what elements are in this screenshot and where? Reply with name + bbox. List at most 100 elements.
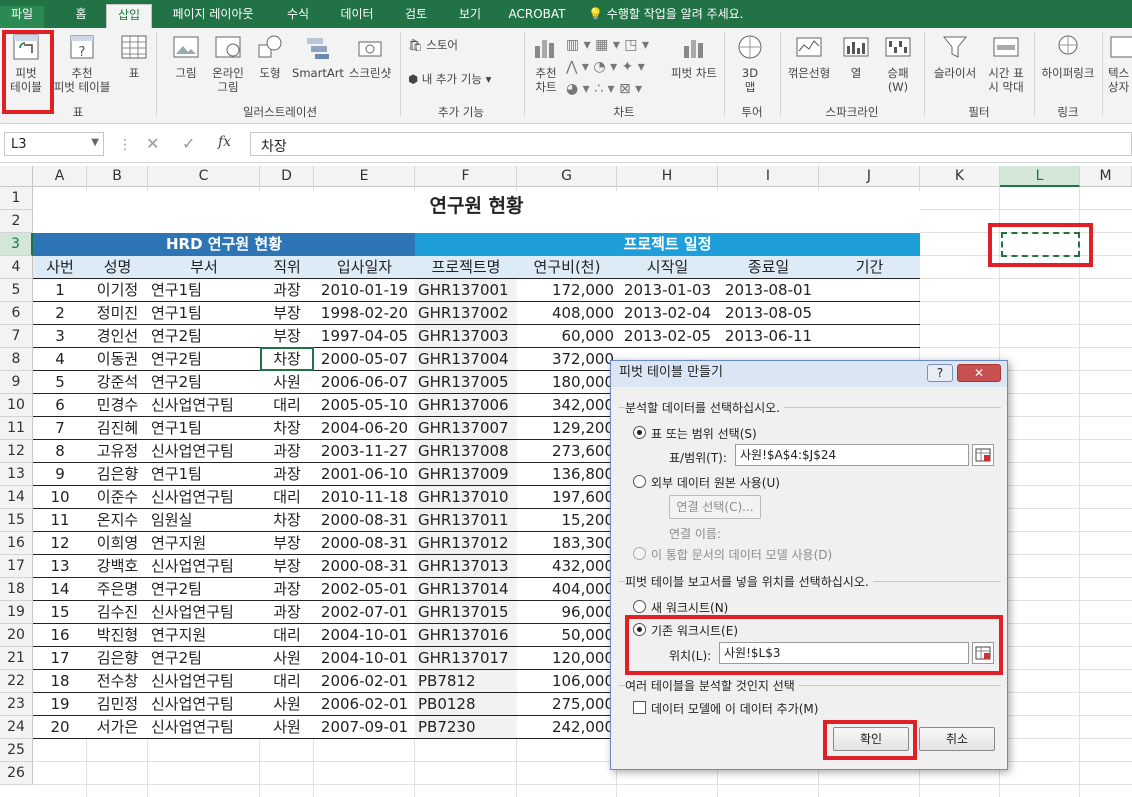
table-cell[interactable]: 신사업연구팀 (148, 601, 260, 624)
table-cell[interactable]: 10 (33, 486, 87, 509)
row-header[interactable]: 15 (0, 509, 33, 532)
row-header[interactable]: 6 (0, 302, 33, 325)
screenshot-button[interactable]: 스크린샷 (344, 32, 396, 80)
table-cell[interactable]: 이희영 (87, 532, 148, 555)
table-cell[interactable]: 3 (33, 325, 87, 348)
row-header[interactable]: 14 (0, 486, 33, 509)
tab-data[interactable]: 데이터 (332, 6, 382, 28)
table-button[interactable]: 표 (116, 32, 152, 80)
table-cell[interactable]: 2003-11-27 (314, 440, 415, 463)
row-header[interactable]: 24 (0, 716, 33, 739)
table-cell[interactable]: 14 (33, 578, 87, 601)
table-cell[interactable]: 404,000 (517, 578, 617, 601)
table-cell[interactable]: 1 (33, 279, 87, 302)
table-cell[interactable]: 13 (33, 555, 87, 578)
row-header[interactable]: 20 (0, 624, 33, 647)
chart-types-gallery[interactable]: ▥ ▾ ▦ ▾ ◳ ▾ ⋀ ▾ ◔ ▾ ✦ ▾ ◕ ▾ ∴ ▾ ⊠ ▾ (566, 34, 666, 97)
table-cell[interactable]: 사원 (260, 371, 314, 394)
row-header[interactable]: 4 (0, 256, 33, 279)
table-cell[interactable]: 2013-02-04 (617, 302, 718, 325)
table-cell[interactable]: 연구2팀 (148, 578, 260, 601)
column-header[interactable]: G (517, 166, 617, 187)
recommended-pivot-button[interactable]: ? 추천 피벗 테이블 (52, 32, 112, 94)
table-cell[interactable]: GHR137002 (415, 302, 517, 325)
table-cell[interactable]: 4 (33, 348, 87, 371)
table-cell[interactable]: 이동권 (87, 348, 148, 371)
table-cell[interactable]: 120,000 (517, 647, 617, 670)
table-cell[interactable]: GHR137014 (415, 578, 517, 601)
table-cell[interactable]: 경인선 (87, 325, 148, 348)
insert-function-icon[interactable]: fx (218, 134, 231, 150)
group-header-project[interactable]: 프로젝트 일정 (415, 233, 920, 256)
table-cell[interactable]: 이준수 (87, 486, 148, 509)
table-cell[interactable]: 2000-08-31 (314, 532, 415, 555)
table-header[interactable]: 시작일 (617, 256, 718, 279)
table-cell[interactable]: 2006-02-01 (314, 693, 415, 716)
table-header[interactable]: 입사일자 (314, 256, 415, 279)
table-cell[interactable]: PB7812 (415, 670, 517, 693)
tab-insert[interactable]: 삽입 (106, 4, 152, 28)
table-cell[interactable]: 연구1팀 (148, 279, 260, 302)
table-cell[interactable]: 부장 (260, 325, 314, 348)
table-cell[interactable]: 2010-11-18 (314, 486, 415, 509)
table-cell[interactable]: GHR137016 (415, 624, 517, 647)
sparkline-line-button[interactable]: 꺾은선형 (784, 32, 834, 80)
table-cell[interactable]: 김진혜 (87, 417, 148, 440)
row-header[interactable]: 5 (0, 279, 33, 302)
table-cell[interactable]: GHR137013 (415, 555, 517, 578)
row-header[interactable]: 8 (0, 348, 33, 371)
group-header-hrd[interactable]: HRD 연구원 현황 (33, 233, 415, 256)
cancel-icon[interactable]: ✕ (146, 134, 159, 153)
table-cell[interactable]: 신사업연구팀 (148, 670, 260, 693)
row-header[interactable]: 22 (0, 670, 33, 693)
table-cell[interactable]: 강백호 (87, 555, 148, 578)
column-header[interactable]: A (33, 166, 87, 187)
table-cell[interactable]: 2005-05-10 (314, 394, 415, 417)
row-header[interactable]: 17 (0, 555, 33, 578)
table-header[interactable]: 연구비(천) (517, 256, 617, 279)
table-cell[interactable]: 연구2팀 (148, 325, 260, 348)
table-cell[interactable]: 차장 (260, 417, 314, 440)
tab-home[interactable]: 홈 (64, 6, 98, 28)
row-header[interactable]: 25 (0, 739, 33, 762)
row-header[interactable]: 16 (0, 532, 33, 555)
table-cell[interactable]: 50,000 (517, 624, 617, 647)
table-cell[interactable]: 2004-10-01 (314, 647, 415, 670)
cancel-button[interactable]: 취소 (919, 727, 995, 751)
table-cell[interactable]: GHR137006 (415, 394, 517, 417)
table-cell[interactable]: 275,000 (517, 693, 617, 716)
table-cell[interactable]: GHR137010 (415, 486, 517, 509)
table-cell[interactable]: 2013-08-01 (718, 279, 819, 302)
table-cell[interactable]: 김수진 (87, 601, 148, 624)
online-picture-button[interactable]: 온라인 그림 (206, 32, 250, 94)
table-cell[interactable]: 2002-07-01 (314, 601, 415, 624)
tab-page-layout[interactable]: 페이지 레이아웃 (164, 6, 262, 28)
row-header[interactable]: 1 (0, 187, 33, 210)
column-header[interactable]: E (314, 166, 415, 187)
table-cell[interactable]: 주은명 (87, 578, 148, 601)
table-cell[interactable]: 273,600 (517, 440, 617, 463)
table-cell[interactable]: 96,000 (517, 601, 617, 624)
table-cell[interactable]: 사원 (260, 693, 314, 716)
table-cell[interactable]: 2000-08-31 (314, 555, 415, 578)
table-cell[interactable]: 5 (33, 371, 87, 394)
table-cell[interactable]: 박진형 (87, 624, 148, 647)
table-header[interactable]: 사번 (33, 256, 87, 279)
table-header[interactable]: 기간 (819, 256, 920, 279)
table-cell[interactable]: PB7230 (415, 716, 517, 739)
column-header[interactable]: C (148, 166, 260, 187)
sparkline-winloss-button[interactable]: 승패 (W) (878, 32, 918, 94)
row-header[interactable]: 10 (0, 394, 33, 417)
tab-acrobat[interactable]: ACROBAT (502, 6, 572, 28)
table-cell[interactable]: 15 (33, 601, 87, 624)
table-header[interactable]: 프로젝트명 (415, 256, 517, 279)
table-header[interactable]: 직위 (260, 256, 314, 279)
choose-connection-button[interactable]: 연결 선택(C)... (669, 495, 761, 519)
table-cell[interactable]: 432,000 (517, 555, 617, 578)
table-cell[interactable]: 2 (33, 302, 87, 325)
table-cell[interactable]: 180,000 (517, 371, 617, 394)
enter-icon[interactable]: ✓ (182, 134, 195, 153)
sparkline-column-button[interactable]: 열 (836, 32, 876, 80)
radio-new-worksheet[interactable] (633, 600, 646, 613)
table-cell[interactable]: 2004-10-01 (314, 624, 415, 647)
